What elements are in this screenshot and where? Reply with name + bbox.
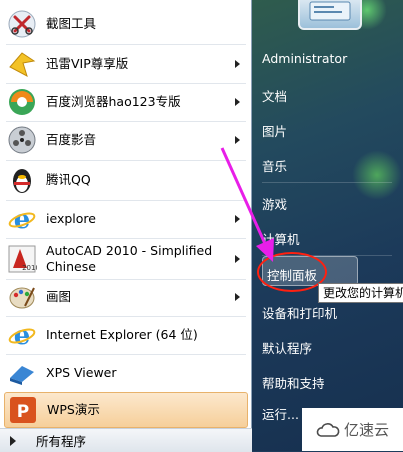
program-label: iexplore <box>46 211 96 226</box>
program-list: 截图工具 迅雷VIP尊享版 百度浏览器hao123专版 百度影音 腾讯QQ e … <box>0 0 252 452</box>
triangle-right-icon <box>10 435 16 446</box>
program-item-snipping-tool[interactable]: 截图工具 <box>4 6 248 42</box>
menu-item-help-support[interactable]: 帮助和支持 <box>262 373 325 392</box>
all-programs-label: 所有程序 <box>36 434 87 449</box>
svg-text:2010: 2010 <box>22 264 37 272</box>
submenu-arrow-icon <box>235 293 240 301</box>
svg-text:P: P <box>17 402 29 422</box>
program-item-autocad[interactable]: 2010 AutoCAD 2010 - Simplified Chinese <box>4 240 248 278</box>
svg-text:e: e <box>14 205 31 234</box>
highlight-annotation-circle <box>257 252 327 292</box>
tooltip: 更改您的计算机 <box>318 283 403 303</box>
program-label: 画图 <box>46 289 72 304</box>
program-label: XPS Viewer <box>46 365 117 380</box>
menu-item-games[interactable]: 游戏 <box>262 194 287 213</box>
baidu-browser-icon <box>6 86 38 118</box>
ie-icon: e <box>6 203 38 235</box>
autocad-icon: 2010 <box>6 243 38 275</box>
submenu-arrow-icon <box>235 255 240 263</box>
program-item-xunlei[interactable]: 迅雷VIP尊享版 <box>4 46 248 82</box>
watermark: 亿速云 <box>302 408 403 451</box>
program-label: 截图工具 <box>46 16 97 31</box>
submenu-arrow-icon <box>235 98 240 106</box>
menu-item-music[interactable]: 音乐 <box>262 156 287 175</box>
submenu-arrow-icon <box>235 60 240 68</box>
program-label: WPS演示 <box>47 402 100 417</box>
menu-item-pictures[interactable]: 图片 <box>262 121 287 140</box>
menu-item-devices-printers[interactable]: 设备和打印机 <box>262 303 337 322</box>
divider <box>6 44 246 45</box>
program-label: 百度影音 <box>46 132 97 147</box>
ie-icon: e <box>6 319 38 351</box>
svg-text:e: e <box>14 321 31 350</box>
program-label: Internet Explorer (64 位) <box>46 327 198 342</box>
divider <box>6 160 246 161</box>
divider <box>6 238 246 239</box>
program-label: 百度浏览器hao123专版 <box>46 94 181 109</box>
menu-item-computer[interactable]: 计算机 <box>262 229 300 248</box>
xps-viewer-icon <box>6 357 38 389</box>
program-item-baidu-player[interactable]: 百度影音 <box>4 122 248 158</box>
menu-item-documents[interactable]: 文档 <box>262 86 287 105</box>
program-item-baidu-browser[interactable]: 百度浏览器hao123专版 <box>4 84 248 120</box>
qq-penguin-icon <box>6 164 38 196</box>
computer-screen-icon <box>309 1 351 21</box>
program-item-internet-explorer-64[interactable]: e Internet Explorer (64 位) <box>4 317 248 353</box>
program-label: 腾讯QQ <box>46 172 91 187</box>
program-label: 迅雷VIP尊享版 <box>46 56 129 71</box>
paint-palette-icon <box>6 281 38 313</box>
submenu-arrow-icon <box>235 136 240 144</box>
submenu-arrow-icon <box>235 215 240 223</box>
background-glow <box>352 150 402 200</box>
all-programs-button[interactable]: 所有程序 <box>0 428 252 452</box>
watermark-text: 亿速云 <box>343 421 389 439</box>
program-item-xps-viewer[interactable]: XPS Viewer <box>4 355 248 391</box>
scissors-icon <box>6 8 38 40</box>
cloud-logo-icon <box>316 422 340 437</box>
menu-item-run[interactable]: 运行... <box>262 404 299 423</box>
divider <box>262 182 392 183</box>
menu-item-default-programs[interactable]: 默认程序 <box>262 338 312 357</box>
wps-presentation-icon: P <box>7 394 39 426</box>
program-item-qq[interactable]: 腾讯QQ <box>4 162 248 198</box>
baidu-player-icon <box>6 124 38 156</box>
user-picture[interactable] <box>298 0 362 30</box>
program-label: AutoCAD 2010 - Simplified Chinese <box>46 243 213 274</box>
thunder-bird-icon <box>6 48 38 80</box>
program-item-iexplore[interactable]: e iexplore <box>4 201 248 237</box>
program-item-paint[interactable]: 画图 <box>4 279 248 315</box>
program-item-wps-presentation[interactable]: P WPS演示 <box>4 392 248 428</box>
menu-item-user[interactable]: Administrator <box>262 51 347 66</box>
